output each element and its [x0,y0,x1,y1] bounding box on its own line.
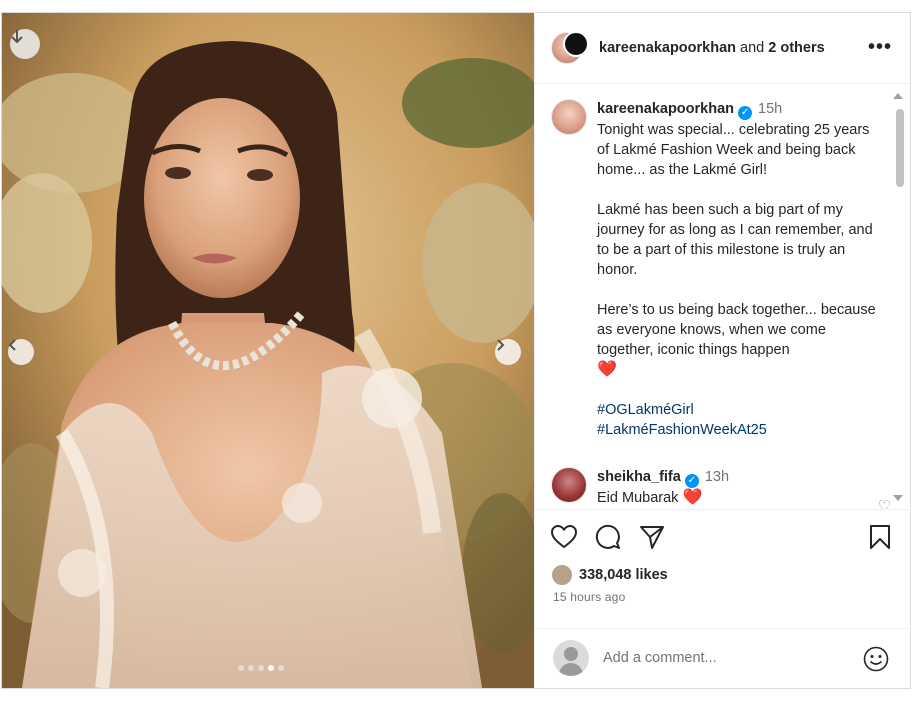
liker-avatar[interactable] [551,564,573,586]
hashtag-link[interactable]: #OGLakméGirl [597,400,877,420]
collab-avatar[interactable] [563,31,589,57]
author-names: kareenakapoorkhan and 2 others [599,40,825,56]
post-caption: kareenakapoorkhan ✓ 15h Tonight was specia… [551,99,881,440]
current-user-avatar [553,639,589,676]
post-header: kareenakapoorkhan and 2 others ••• [535,13,910,84]
carousel-dot[interactable] [258,665,264,671]
caption-paragraph: Here’s to us being back together... beca… [597,302,876,358]
share-icon [640,526,664,549]
hashtag-link[interactable]: #LakméFashionWeekAt25 [597,420,877,440]
add-comment-row [535,628,911,686]
bookmark-icon [870,525,890,549]
comment-like-button[interactable]: ♡ [878,497,891,509]
post-modal: kareenakapoorkhan and 2 others ••• karee… [1,12,911,689]
comment-icon [595,524,620,549]
scroll-down-arrow[interactable] [893,495,903,501]
like-button[interactable] [551,524,577,550]
caption-avatar[interactable] [551,99,587,135]
post-actions: 338,048 likes 15 hours ago [535,509,911,687]
comment-text: Eid Mubarak [597,490,679,506]
scrollbar-thumb[interactable] [896,109,904,187]
more-horizontal-icon: ••• [867,36,892,58]
carousel-indicator [238,665,284,671]
photo-illustration [2,13,534,688]
post-timestamp[interactable]: 15 hours ago [553,590,625,604]
emoji-picker-button[interactable] [863,646,889,677]
carousel-dot[interactable] [238,665,244,671]
share-button[interactable] [639,524,665,550]
comments-scroll-area[interactable]: kareenakapoorkhan ✓ 15h Tonight was specia… [535,85,911,509]
carousel-dot[interactable] [278,665,284,671]
collab-joiner: and [740,40,765,56]
comment-time[interactable]: 13h [705,469,729,485]
heart-emoji: ❤️ [682,489,703,506]
carousel-dot[interactable] [268,665,274,671]
post-image[interactable] [2,13,534,688]
emoji-icon [863,646,889,672]
collab-others-link[interactable]: 2 others [768,40,824,56]
post-side-panel: kareenakapoorkhan and 2 others ••• karee… [534,13,911,688]
caption-time[interactable]: 15h [758,101,782,117]
commenter-avatar[interactable] [551,467,587,503]
caption-username[interactable]: kareenakapoorkhan [597,101,734,117]
heart-outline-icon: ♡ [877,498,891,509]
likes-count[interactable]: 338,048 likes [579,567,668,583]
verified-badge-icon: ✓ [684,474,699,488]
comment-username[interactable]: sheikha_fifa [597,469,681,485]
author-username[interactable]: kareenakapoorkhan [599,40,736,56]
heart-icon [551,525,577,549]
likes-row[interactable]: 338,048 likes [551,564,668,586]
save-button[interactable] [867,524,893,550]
scroll-up-arrow[interactable] [893,93,903,99]
add-comment-input[interactable] [603,649,843,666]
caption-paragraph: Lakmé has been such a big part of my jou… [597,202,873,278]
more-options-button[interactable]: ••• [867,36,892,58]
download-button[interactable] [10,29,40,59]
comment-item: sheikha_fifa ✓ 13h Eid Mubarak ❤️ [551,467,891,508]
comment-button[interactable] [595,524,621,550]
carousel-next-button[interactable] [495,339,521,365]
carousel-prev-button[interactable] [8,339,34,365]
caption-paragraph: Tonight was special... celebrating 25 ye… [597,122,870,178]
verified-badge-icon: ✓ [738,106,753,120]
heart-emoji: ❤️ [597,361,617,378]
carousel-dot[interactable] [248,665,254,671]
